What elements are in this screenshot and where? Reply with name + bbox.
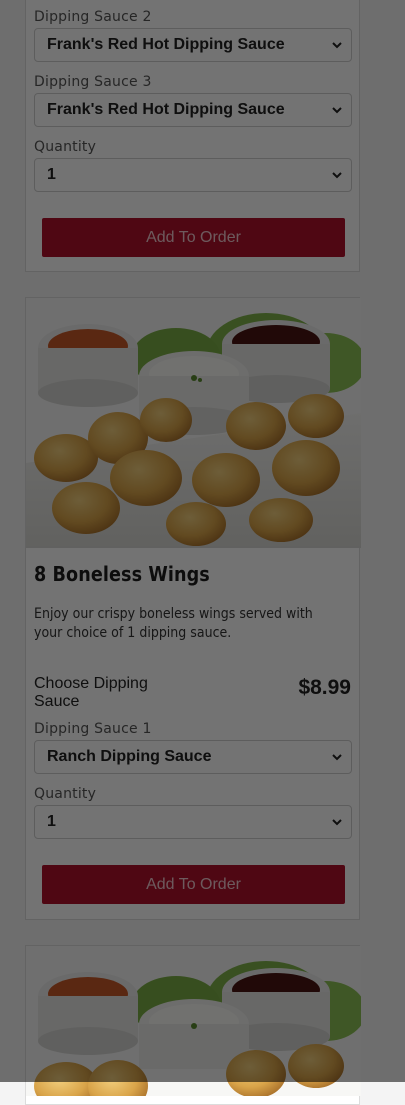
menu-item-card-boneless-wings: 8 Boneless Wings Enjoy our crispy bonele… — [25, 297, 361, 920]
dipping-sauce-1-select[interactable]: Ranch Dipping Sauce — [34, 740, 352, 774]
chevron-down-icon — [332, 172, 342, 179]
chevron-down-icon — [332, 819, 342, 826]
boneless-wings-image — [26, 946, 361, 1096]
menu-item-card-previous: Dipping Sauce 2 Frank's Red Hot Dipping … — [25, 0, 360, 272]
boneless-wings-image — [26, 298, 361, 548]
dipping-sauce-2-label: Dipping Sauce 2 — [34, 9, 152, 25]
item-description: Enjoy our crispy boneless wings served w… — [34, 606, 313, 641]
chevron-down-icon — [332, 754, 342, 761]
boneless-wings-photo — [26, 298, 361, 548]
quantity-label: Quantity — [34, 786, 97, 802]
dipping-sauce-3-select[interactable]: Frank's Red Hot Dipping Sauce — [34, 93, 352, 127]
quantity-select[interactable]: 1 — [34, 158, 352, 192]
dipping-sauce-1-value: Ranch Dipping Sauce — [47, 748, 212, 765]
dipping-sauce-3-label: Dipping Sauce 3 — [34, 74, 152, 90]
dipping-sauce-2-select[interactable]: Frank's Red Hot Dipping Sauce — [34, 28, 352, 62]
boneless-wings-photo — [26, 946, 361, 1096]
quantity-label: Quantity — [34, 139, 97, 155]
item-price: $8.99 — [298, 676, 351, 699]
chevron-down-icon — [332, 107, 342, 114]
quantity-select[interactable]: 1 — [34, 805, 352, 839]
dipping-sauce-3-value: Frank's Red Hot Dipping Sauce — [47, 101, 285, 118]
add-to-order-button[interactable]: Add To Order — [42, 218, 345, 257]
choose-dipping-sauce-label: Choose Dipping Sauce — [34, 675, 148, 710]
add-to-order-button[interactable]: Add To Order — [42, 865, 345, 904]
quantity-value: 1 — [47, 813, 56, 830]
dipping-sauce-1-label: Dipping Sauce 1 — [34, 721, 152, 737]
item-title: 8 Boneless Wings — [34, 562, 210, 586]
quantity-value: 1 — [47, 166, 56, 183]
menu-item-card-next — [25, 945, 361, 1105]
chevron-down-icon — [332, 42, 342, 49]
dipping-sauce-2-value: Frank's Red Hot Dipping Sauce — [47, 36, 285, 53]
